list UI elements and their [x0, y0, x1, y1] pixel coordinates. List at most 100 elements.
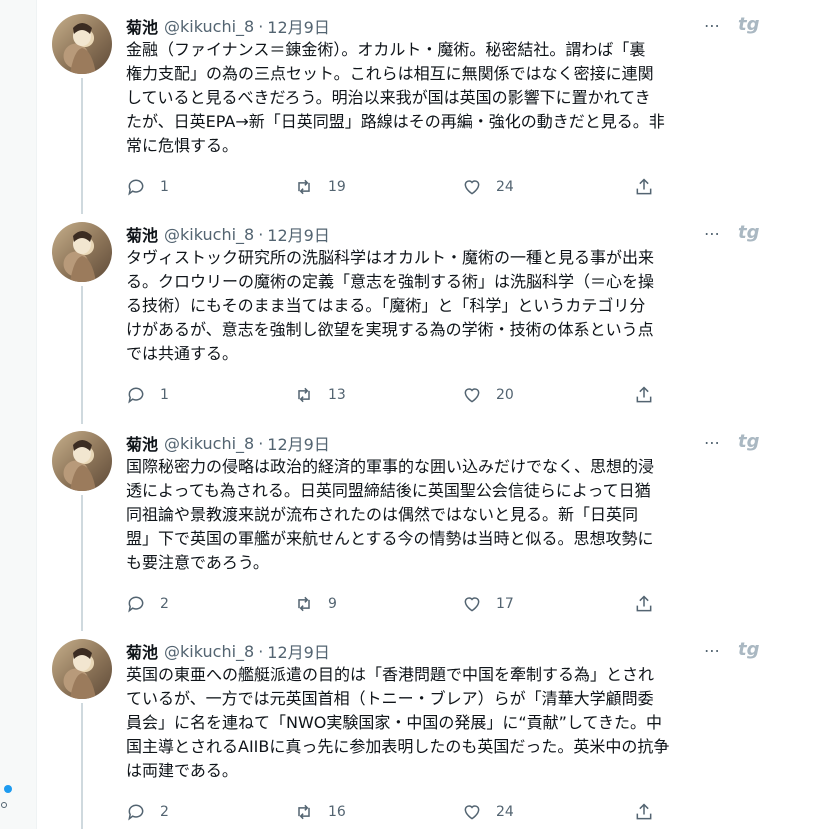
brand-logo-icon: tg: [738, 431, 760, 452]
tweet[interactable]: 菊池 @kikuchi_8 · 12月9日 ⋯ tg タヴィストック研究所の洗脳…: [36, 222, 782, 424]
tweet-text-line: けがあるが、意志を強制し欲望を実現する為の学術・技術の体系という点: [126, 320, 654, 339]
tweet-actions: 1 13 20: [126, 385, 666, 407]
like-button[interactable]: 24: [462, 177, 514, 197]
display-name[interactable]: 菊池: [126, 222, 158, 246]
thread-line: [81, 78, 83, 214]
tweet-date[interactable]: 12月9日: [267, 431, 330, 455]
tweet-header: 菊池 @kikuchi_8 · 12月9日: [126, 14, 330, 38]
user-handle[interactable]: @kikuchi_8: [164, 225, 254, 244]
retweet-button[interactable]: 9: [294, 594, 337, 614]
brand-logo-icon: tg: [738, 639, 760, 660]
display-name[interactable]: 菊池: [126, 14, 158, 38]
avatar-portrait-icon: [70, 648, 96, 699]
like-count: 24: [496, 804, 514, 820]
retweet-count: 9: [328, 596, 337, 612]
tweet-text: 国際秘密力の侵略は政治的経済的軍事的な囲い込みだけでなく、思想的浸 透によっても…: [126, 455, 762, 575]
tweet-text-line: ているが、一方では元英国首相（トニー・ブレア）らが「清華大学顧問委: [126, 689, 654, 708]
like-count: 20: [496, 387, 514, 403]
reply-button[interactable]: 2: [126, 594, 169, 614]
share-button[interactable]: [634, 802, 654, 822]
tweet[interactable]: 菊池 @kikuchi_8 · 12月9日 ⋯ tg 国際秘密力の侵略は政治的経…: [36, 431, 782, 631]
reply-count: 2: [160, 804, 169, 820]
reply-icon: [128, 596, 144, 613]
tweet-text: タヴィストック研究所の洗脳科学はオカルト・魔術の一種と見る事が出来 る。クロウリ…: [126, 246, 762, 366]
tweet-header: 菊池 @kikuchi_8 · 12月9日: [126, 222, 330, 246]
share-button[interactable]: [634, 177, 654, 197]
avatar-portrait-icon: [70, 231, 96, 282]
tweet-text-line: 権力支配」の為の三点セット。これらは相互に無関係ではなく密接に連関: [126, 64, 654, 83]
brand-logo-icon: tg: [738, 222, 760, 243]
avatar[interactable]: [52, 431, 112, 491]
heart-icon: [464, 597, 480, 612]
like-button[interactable]: 24: [462, 802, 514, 822]
retweet-count: 13: [328, 387, 346, 403]
avatar-portrait-icon: [70, 23, 96, 74]
more-options-icon[interactable]: ⋯: [704, 433, 721, 452]
tweet-text: 金融（ファイナンス＝錬金術）。オカルト・魔術。秘密結社。謂わば「裏 権力支配」の…: [126, 38, 762, 158]
left-gutter: [0, 0, 36, 829]
tweet-actions: 1 19 24: [126, 177, 666, 199]
more-options-icon[interactable]: ⋯: [704, 16, 721, 35]
like-count: 24: [496, 179, 514, 195]
retweet-count: 16: [328, 804, 346, 820]
avatar-portrait-icon: [70, 440, 96, 491]
user-handle[interactable]: @kikuchi_8: [164, 434, 254, 453]
display-name[interactable]: 菊池: [126, 639, 158, 663]
avatar[interactable]: [52, 14, 112, 74]
like-button[interactable]: 17: [462, 594, 514, 614]
tweet-header: 菊池 @kikuchi_8 · 12月9日: [126, 431, 330, 455]
more-options-icon[interactable]: ⋯: [704, 224, 721, 243]
retweet-icon: [298, 596, 310, 612]
share-icon: [636, 803, 652, 820]
small-indicator: [1, 802, 7, 808]
tweet-text-line: では共通する。: [126, 344, 239, 363]
tweet-date[interactable]: 12月9日: [267, 639, 330, 663]
tweet-text-line: 常に危惧する。: [126, 136, 239, 155]
retweet-icon: [298, 179, 310, 195]
tweet[interactable]: 菊池 @kikuchi_8 · 12月9日 ⋯ tg 英国の東亜への艦艇派遣の目…: [36, 639, 782, 829]
retweet-icon: [298, 387, 310, 403]
avatar[interactable]: [52, 222, 112, 282]
tweet-text-line: 国際秘密力の侵略は政治的経済的軍事的な囲い込みだけでなく、思想的浸: [126, 457, 655, 476]
tweet-header: 菊池 @kikuchi_8 · 12月9日: [126, 639, 330, 663]
tweet-text-line: 金融（ファイナンス＝錬金術）。オカルト・魔術。秘密結社。謂わば「裏: [126, 40, 646, 59]
user-handle[interactable]: @kikuchi_8: [164, 642, 254, 661]
avatar[interactable]: [52, 639, 112, 699]
tweet-date[interactable]: 12月9日: [267, 14, 330, 38]
heart-icon: [464, 388, 480, 403]
display-name[interactable]: 菊池: [126, 431, 158, 455]
reply-button[interactable]: 1: [126, 177, 169, 197]
more-options-icon[interactable]: ⋯: [704, 641, 721, 660]
reply-icon: [128, 804, 144, 821]
tweet-text-line: 員会」に名を連ねて「NWO実験国家・中国の発展」に“貢献”してきた。中: [126, 713, 663, 732]
share-button[interactable]: [634, 385, 654, 405]
separator: ·: [258, 641, 264, 661]
retweet-count: 19: [328, 179, 346, 195]
thread-line: [81, 703, 83, 829]
reply-button[interactable]: 1: [126, 385, 169, 405]
tweet-date[interactable]: 12月9日: [267, 222, 330, 246]
tweet-text-line: たが、日英EPA→新「日英同盟」路線はその再編・強化の動きだと見る。非: [126, 112, 665, 131]
user-handle[interactable]: @kikuchi_8: [164, 17, 254, 36]
share-icon: [636, 595, 652, 612]
right-area: [782, 0, 829, 829]
reply-button[interactable]: 2: [126, 802, 169, 822]
tweet-text-line: る技術）にもそのまま当てはまる。「魔術」と「科学」というカテゴリ分: [126, 296, 646, 315]
tweet-text-line: る。クロウリーの魔術の定義「意志を強制する術」は洗脳科学（＝心を操: [126, 272, 655, 291]
share-button[interactable]: [634, 594, 654, 614]
reply-icon: [128, 179, 144, 196]
retweet-button[interactable]: 16: [294, 802, 346, 822]
tweet-text-line: は両建である。: [126, 761, 238, 780]
notification-dot: [4, 785, 12, 793]
retweet-button[interactable]: 19: [294, 177, 346, 197]
heart-icon: [464, 180, 480, 195]
heart-icon: [464, 805, 480, 820]
tweet-text-line: していると見るべきだろう。明治以来我が国は英国の影響下に置かれてき: [126, 88, 651, 107]
like-button[interactable]: 20: [462, 385, 514, 405]
tweet-text-line: 透によっても為される。日英同盟締結後に英国聖公会信徒らによって日猶: [126, 481, 651, 500]
like-count: 17: [496, 596, 514, 612]
tweet-text: 英国の東亜への艦艇派遣の目的は「香港問題で中国を牽制する為」とされ ているが、一…: [126, 663, 762, 783]
tweet[interactable]: 菊池 @kikuchi_8 · 12月9日 ⋯ tg 金融（ファイナンス＝錬金術…: [36, 14, 782, 214]
retweet-button[interactable]: 13: [294, 385, 346, 405]
reply-count: 1: [160, 179, 169, 195]
